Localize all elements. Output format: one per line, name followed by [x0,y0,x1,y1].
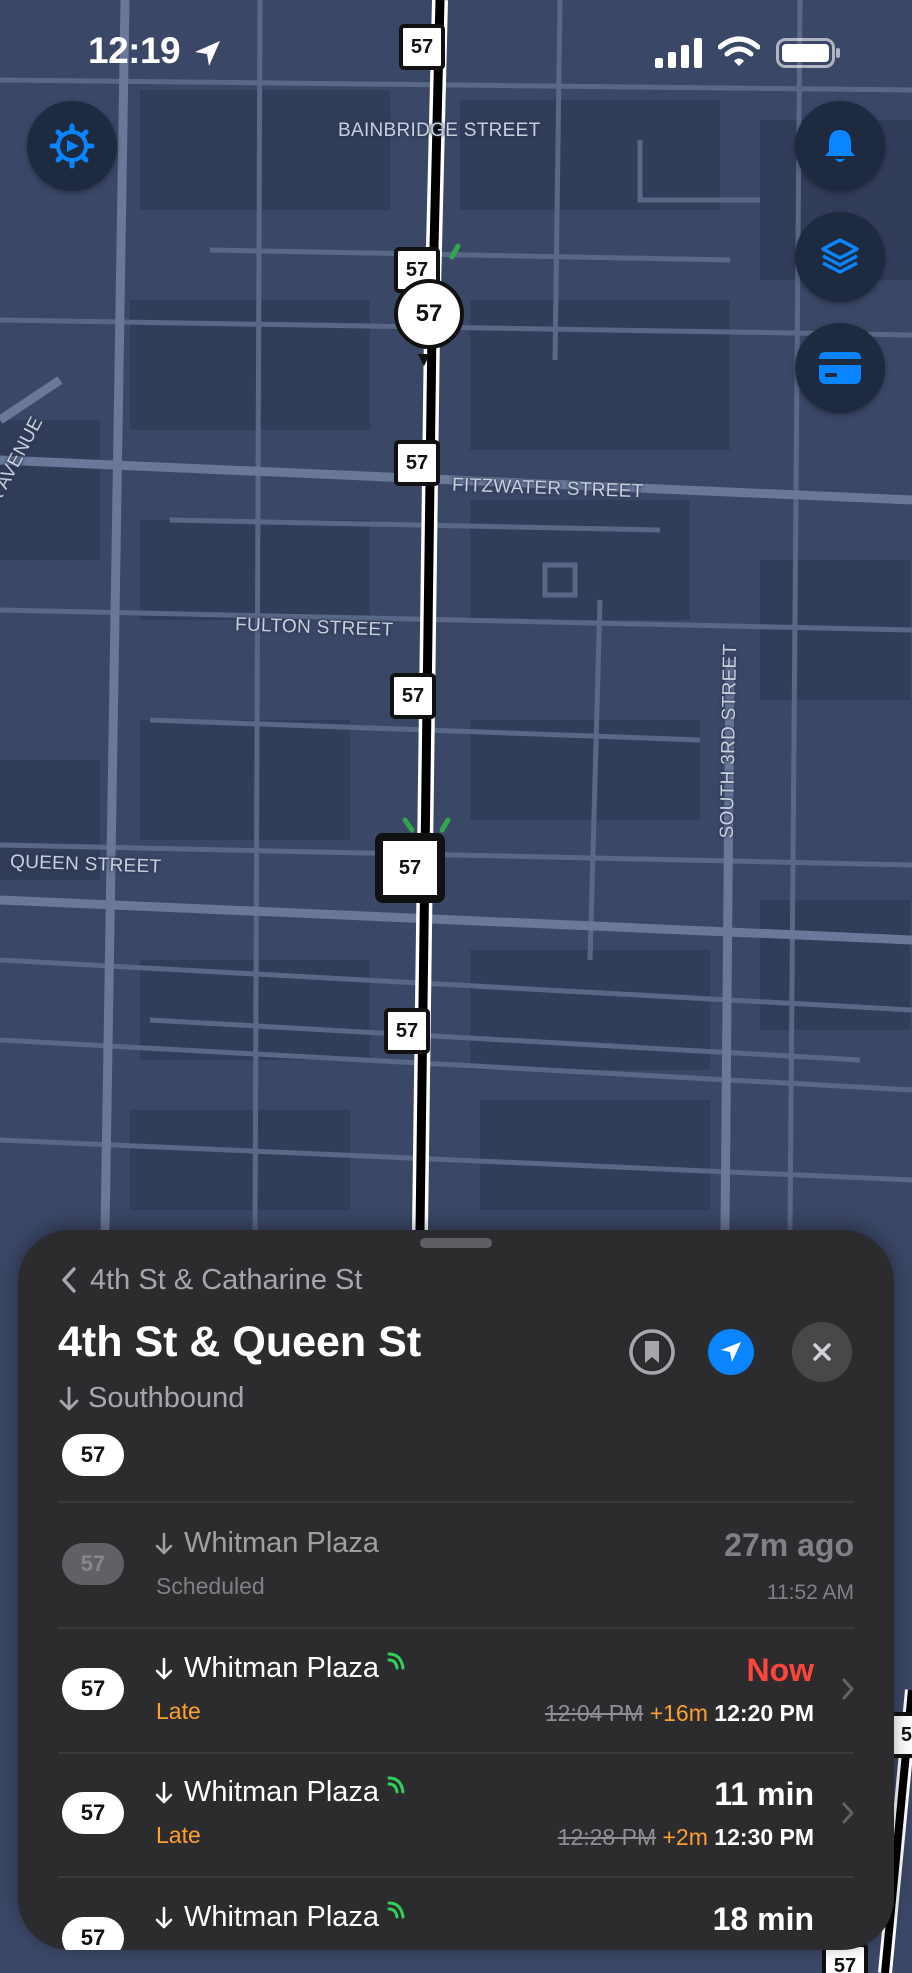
battery-icon [776,38,840,68]
estimated-time: 12:30 PM [714,1824,814,1850]
back-label: 4th St & Catharine St [90,1263,363,1296]
sheet-grabber[interactable] [420,1238,492,1248]
arrival-destination: Whitman Plaza [154,1652,409,1685]
route-badge: 57 [62,1917,124,1950]
arrival-times: 12:28 PM +2m 12:30 PM [558,1824,814,1851]
arrival-row[interactable]: 57 Whitman Plaza Late Now 12:04 PM +16m … [18,1630,894,1754]
arrival-times: 12:04 PM +16m 12:20 PM [545,1700,814,1727]
bookmark-icon [629,1329,675,1375]
delay-amount: +16m [649,1700,708,1726]
location-arrow-icon [721,1342,741,1362]
route-stop-marker[interactable]: 57 [394,440,440,486]
vehicle-direction-icon [418,354,430,366]
arrow-down-icon [155,1906,173,1928]
arrival-destination: Whitman Plaza [154,1527,379,1560]
arrival-destination: Whitman Plaza [154,1776,409,1809]
notifications-button[interactable] [795,101,885,191]
route-badge: 57 [62,1668,124,1710]
street-label-south-3rd: SOUTH 3RD STREET [716,643,742,839]
arrival-row[interactable]: 57 Whitman Plaza 18 min [18,1879,894,1950]
gear-icon [49,123,95,169]
arrival-eta: 27m ago [724,1527,854,1563]
arrival-status: Late [156,1822,201,1848]
navigate-button[interactable] [708,1329,754,1375]
realtime-signal-icon [387,1776,405,1793]
direction-text: Southbound [88,1382,245,1414]
route-badge: 57 [62,1792,124,1834]
arrival-row[interactable]: 57 Whitman Plaza Late 11 min 12:28 PM +2… [18,1754,894,1878]
realtime-signal-icon [387,1901,405,1918]
realtime-signal-icon [387,1652,405,1669]
direction-label: Southbound [58,1382,244,1415]
chevron-right-icon [842,1802,854,1824]
row-divider [58,1627,854,1629]
stop-title: 4th St & Queen St [58,1318,422,1366]
route-badge: 57 [62,1543,124,1585]
arrival-row[interactable]: 57 Whitman Plaza Scheduled 27m ago 11:52… [18,1505,894,1629]
divider [58,1501,854,1503]
bell-icon [825,130,855,162]
location-arrow-icon [195,41,220,66]
arrival-time: 11:52 AM [766,1581,854,1604]
route-stop-marker[interactable]: 57 [384,1008,430,1054]
estimated-time: 12:20 PM [714,1700,814,1726]
vehicle-marker[interactable]: 57 [394,279,464,349]
arrow-down-icon [155,1657,173,1679]
close-icon [813,1343,831,1361]
street-label-bainbridge: BAINBRIDGE STREET [338,120,541,141]
arrival-status: Late [156,1698,201,1724]
arrival-eta: 18 min [712,1901,814,1937]
status-time: 12:19 [88,30,181,71]
route-badge[interactable]: 57 [62,1434,124,1476]
chevron-right-icon [842,1678,854,1700]
fare-card-button[interactable] [795,323,885,413]
stop-detail-sheet[interactable]: 4th St & Catharine St 4th St & Queen St … [18,1230,894,1950]
arrow-down-icon [155,1532,173,1554]
wifi-icon [718,36,760,66]
back-button[interactable]: 4th St & Catharine St [58,1260,362,1300]
selected-stop-marker[interactable]: 57 [375,833,445,903]
destination-text: Whitman Plaza [184,1652,380,1684]
arrival-eta: Now [746,1652,814,1688]
arrival-destination: Whitman Plaza [154,1901,409,1934]
cellular-signal-icon [655,38,702,68]
bookmark-button[interactable] [622,1322,682,1382]
delay-amount: +2m [662,1824,708,1850]
chevron-left-icon [62,1267,76,1293]
credit-card-icon [819,352,861,384]
destination-text: Whitman Plaza [184,1527,380,1559]
layers-icon [821,238,859,274]
arrow-down-icon [59,1386,79,1410]
settings-button[interactable] [27,101,117,191]
scheduled-time: 12:04 PM [544,1700,644,1726]
scheduled-time: 12:28 PM [557,1824,657,1850]
destination-text: Whitman Plaza [184,1901,380,1933]
arrival-status: Scheduled [156,1573,265,1599]
close-button[interactable] [792,1322,852,1382]
route-stop-marker[interactable]: 57 [390,673,436,719]
row-divider [58,1876,854,1878]
destination-text: Whitman Plaza [184,1776,380,1808]
arrow-down-icon [155,1781,173,1803]
layers-button[interactable] [795,212,885,302]
arrival-eta: 11 min [714,1776,814,1812]
status-bar: 12:19 [0,0,912,108]
